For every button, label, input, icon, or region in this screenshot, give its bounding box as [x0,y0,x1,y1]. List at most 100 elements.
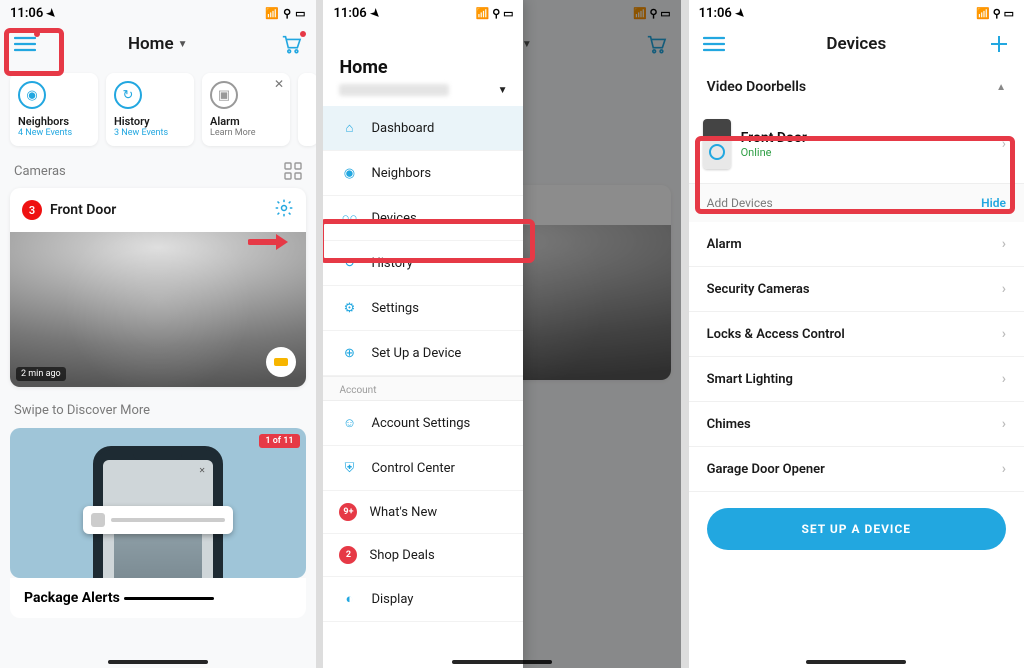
menu-item-settings[interactable]: ⚙Settings [323,286,523,331]
card-peek[interactable] [298,73,316,146]
camera-name: Front Door [50,202,116,218]
setup-device-button[interactable]: SET UP A DEVICE [707,508,1006,550]
menu-item-display[interactable]: ◐Display [323,577,523,622]
home-indicator [806,660,906,664]
history-icon: ↻ [114,81,142,109]
card-alarm[interactable]: ✕ ▣ Alarm Learn More [202,73,290,146]
menu-item-whats-new[interactable]: 9+What's New [323,491,523,534]
event-count-badge: 3 [22,200,42,220]
side-menu: 11:06➤📶 ⚲ ▭ Home ▼ ⌂Dashboard ◉Neighbors… [323,0,523,668]
home-indicator [452,660,552,664]
device-cat-locks[interactable]: Locks & Access Control› [689,312,1024,357]
menu-item-devices[interactable]: ○○Devices [323,196,523,241]
home-icon: ⌂ [339,118,359,138]
discover-label: Swipe to Discover More [0,391,316,422]
device-cat-smart-lighting[interactable]: Smart Lighting› [689,357,1024,402]
chevron-up-icon: ▲ [996,82,1006,93]
card-title: Neighbors [18,115,90,128]
user-icon: ☺ [339,413,359,433]
location-selector[interactable]: Home▼ [128,34,187,54]
chevron-down-icon: ▼ [498,85,508,96]
chevron-right-icon: › [1002,326,1006,342]
device-row-front-door[interactable]: Front Door Online › [689,109,1024,179]
location-icon: ➤ [44,6,60,22]
snapshot-timestamp: 2 min ago [16,367,66,381]
discover-counter: 1 of 11 [259,434,299,448]
menu-item-neighbors[interactable]: ◉Neighbors [323,151,523,196]
device-cat-security-cameras[interactable]: Security Cameras› [689,267,1024,312]
menu-section-account: Account [323,376,523,401]
card-title: Alarm [210,115,282,128]
camera-tile-front-door[interactable]: 3 Front Door 2 min ago [10,188,306,387]
history-icon: ↻ [339,253,359,273]
section-video-doorbells[interactable]: Video Doorbells ▲ [689,65,1024,109]
cart-dot [300,31,306,37]
device-cat-chimes[interactable]: Chimes› [689,402,1024,447]
home-indicator [108,660,208,664]
gear-icon: ⚙ [339,298,359,318]
chevron-right-icon: › [1002,461,1006,477]
home-header: Home▼ [0,23,316,65]
menu-list: ⌂Dashboard ◉Neighbors ○○Devices ↻History… [323,106,523,622]
menu-title: Home [339,57,507,78]
badge-icon: 2 [339,546,357,564]
quick-cards-row[interactable]: ◉ Neighbors 4 New Events ↻ History 3 New… [0,65,316,154]
menu-item-setup-device[interactable]: ⊕Set Up a Device [323,331,523,376]
hamburger-button[interactable] [701,31,727,57]
menu-item-control-center[interactable]: ⛨Control Center [323,446,523,491]
discover-card[interactable]: 1 of 11 ✕ [10,428,306,578]
status-bar: 11:06➤📶 ⚲ ▭ [323,0,523,23]
device-name: Front Door [741,130,807,146]
page-title: Devices [826,34,886,54]
plus-icon: ⊕ [339,343,359,363]
add-devices-header: Add Devices Hide [689,183,1024,222]
wifi-icon: ⚲ [283,7,291,20]
people-icon: ◉ [339,163,359,183]
status-bar: 11:06➤📶 ⚲ ▭ [689,0,1024,23]
card-title: History [114,115,186,128]
device-cat-garage[interactable]: Garage Door Opener› [689,447,1024,492]
battery-icon: ▭ [295,7,305,20]
card-sub: 3 New Events [114,128,186,138]
menu-item-dashboard[interactable]: ⌂Dashboard [323,106,523,151]
menu-item-history[interactable]: ↻History [323,241,523,286]
chevron-right-icon: › [1002,236,1006,252]
battery-fab[interactable] [266,347,296,377]
pane-menu: 11:06➤📶 ⚲ ▭ Home▼ ◉Neighbors4 New Events… [323,0,680,668]
pane-divider [316,0,324,668]
card-sub: Learn More [210,128,282,138]
hide-link[interactable]: Hide [981,196,1006,210]
camera-snapshot[interactable]: 2 min ago [10,232,306,387]
pane-devices: 11:06➤📶 ⚲ ▭ Devices Video Doorbells ▲ Fr… [689,0,1024,668]
contrast-icon: ◐ [339,589,359,609]
shield-icon: ⛨ [339,458,359,478]
gear-icon[interactable] [274,198,294,222]
people-icon: ◉ [18,81,46,109]
cameras-section-header: Cameras [0,154,316,184]
card-history[interactable]: ↻ History 3 New Events [106,73,194,146]
grid-view-icon[interactable] [284,162,302,180]
pane-divider [681,0,689,668]
device-cat-alarm[interactable]: Alarm› [689,222,1024,267]
discover-notif [83,506,233,534]
devices-header: Devices [689,23,1024,65]
discover-footer: Package Alerts [10,578,306,618]
close-icon[interactable]: ✕ [274,77,284,91]
devices-icon: ○○ [339,208,359,228]
chevron-right-icon: › [1002,136,1006,152]
location-dropdown[interactable]: ▼ [339,84,507,96]
menu-item-shop-deals[interactable]: 2Shop Deals [323,534,523,577]
card-neighbors[interactable]: ◉ Neighbors 4 New Events [10,73,98,146]
add-button[interactable] [986,31,1012,57]
pane-home: 11:06➤ 📶 ⚲ ▭ Home▼ ◉ Nei [0,0,316,668]
device-status: Online [741,146,807,159]
chevron-down-icon: ▼ [178,39,188,50]
blurred-address [339,84,449,96]
doorbell-icon [703,119,731,169]
menu-item-account-settings[interactable]: ☺Account Settings [323,401,523,446]
card-sub: 4 New Events [18,128,90,138]
alarm-icon: ▣ [210,81,238,109]
notification-dot [34,31,40,37]
cart-button[interactable] [278,31,304,57]
hamburger-button[interactable] [12,31,38,57]
